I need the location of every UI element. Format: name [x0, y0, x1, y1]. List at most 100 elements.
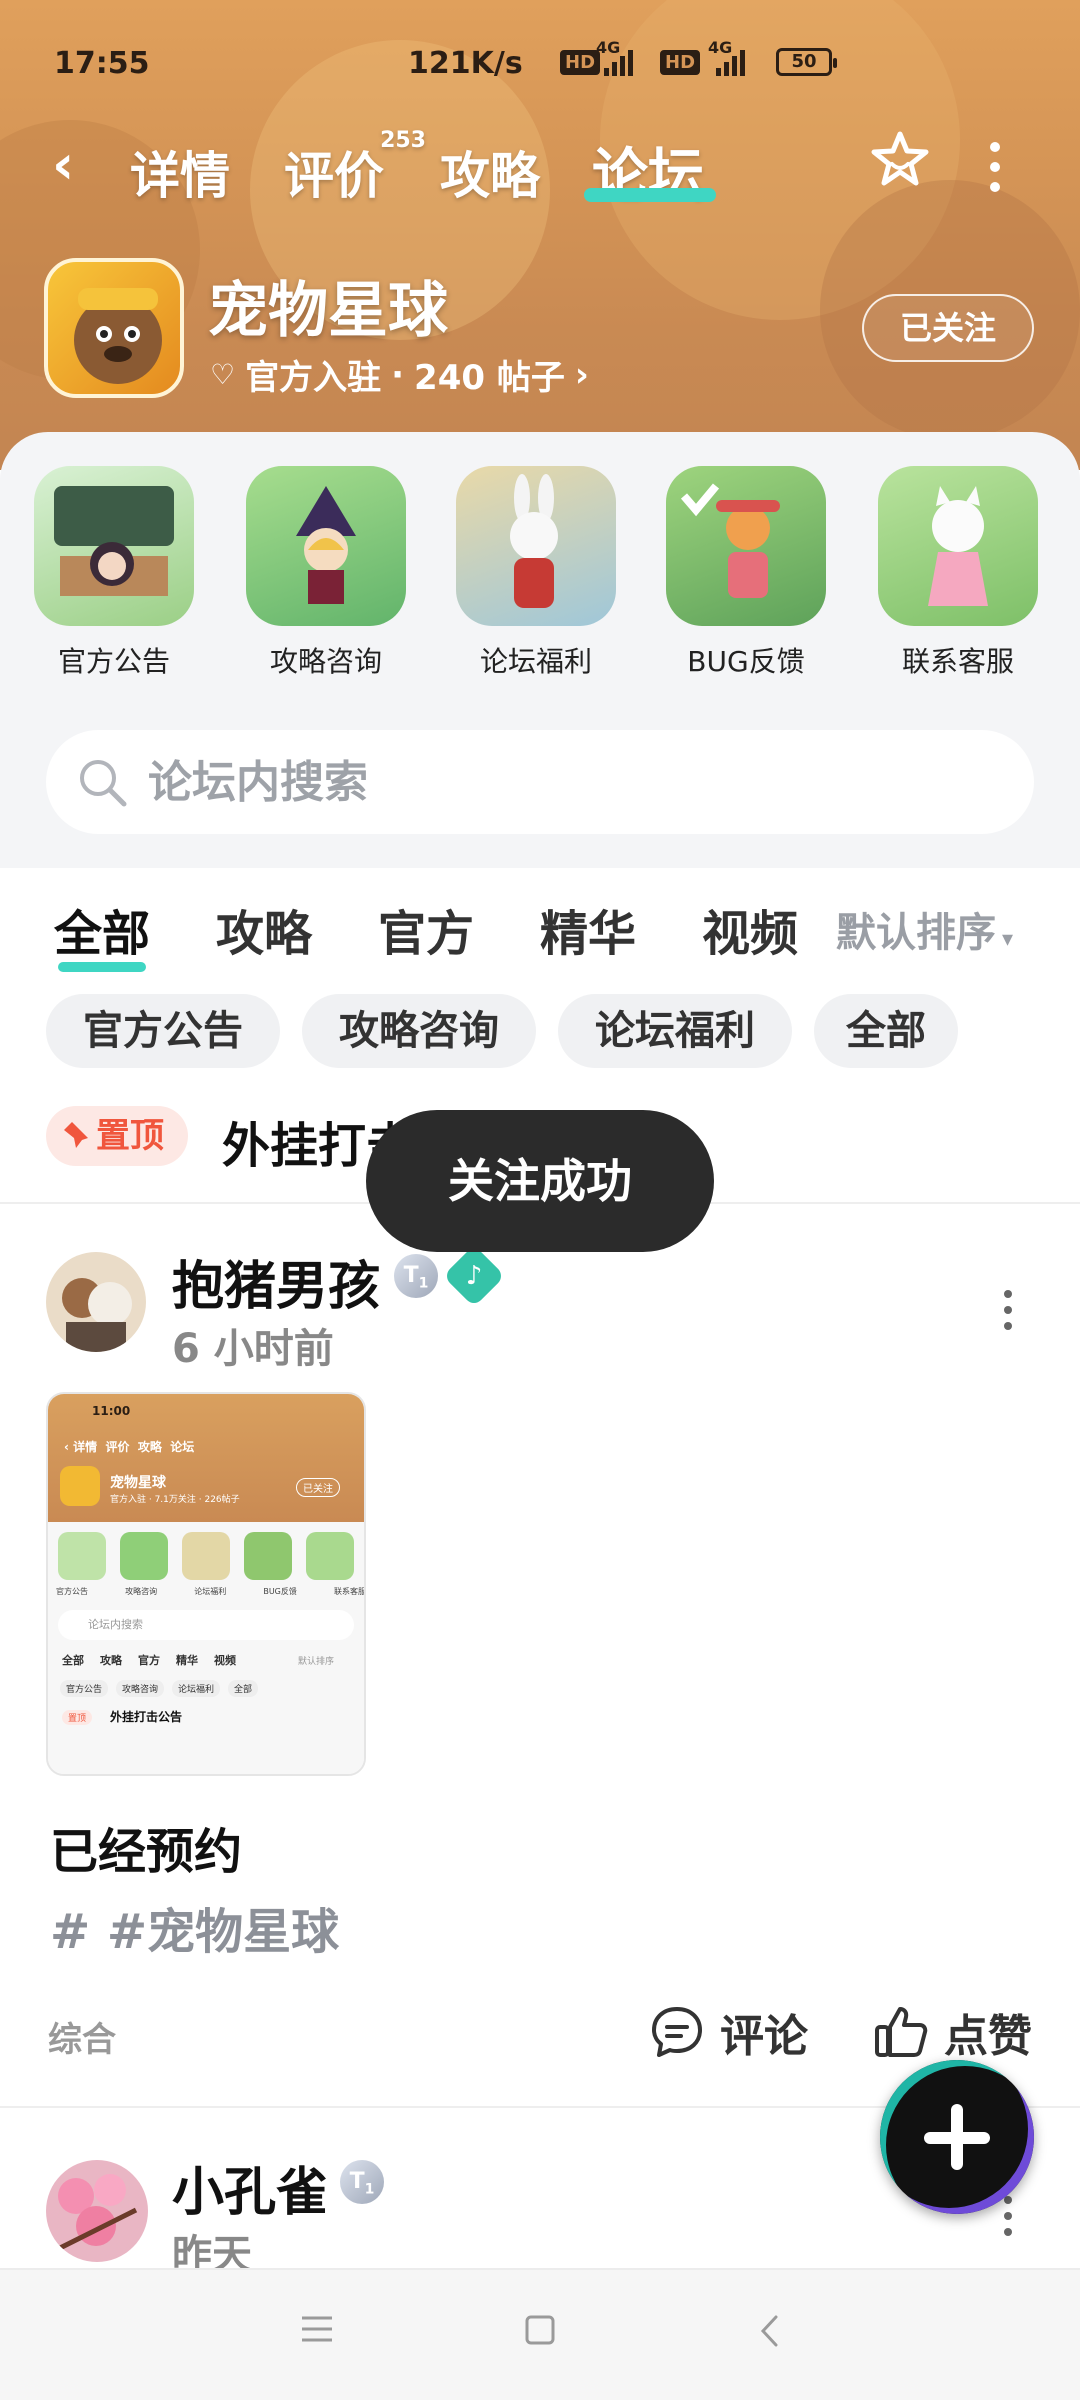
avatar[interactable]: [46, 2160, 148, 2262]
more-options-icon[interactable]: [990, 142, 1002, 202]
post-author[interactable]: 抱猪男孩: [172, 1244, 380, 1319]
thumb-sort: 默认排序: [298, 1657, 335, 1667]
top-nav: ‹ 详情 评价 253 攻略 论坛: [0, 128, 1080, 208]
quick-link-forum-benefits[interactable]: 论坛福利: [456, 466, 616, 680]
quick-links: 官方公告 攻略咨询 论坛福利 BUG反馈 联系客服: [0, 466, 1080, 696]
guide-help-icon: [246, 466, 406, 626]
thumb-link-label: BUG反馈: [263, 1587, 297, 1596]
chip-guide-help[interactable]: 攻略咨询: [302, 994, 536, 1068]
thumb-pin-title: 外挂打击公告: [110, 1710, 183, 1724]
thumb-chip: 官方公告: [60, 1680, 109, 1697]
post-more-icon[interactable]: [1004, 1290, 1014, 1338]
search-input[interactable]: [148, 748, 968, 816]
hd-icon: HD: [660, 50, 701, 75]
dropdown-arrow-icon: ▾: [1002, 927, 1014, 952]
thumb-follow: 已关注: [296, 1478, 340, 1497]
favorite-star-icon[interactable]: [868, 128, 932, 192]
thumb-app-meta: 官方入驻 · 7.1万关注 · 226帖子: [110, 1495, 240, 1505]
posts-count-link[interactable]: 240 帖子: [414, 350, 565, 399]
thumb-link-labels: 官方公告 攻略咨询 论坛福利 BUG反馈 联系客服: [56, 1586, 364, 1597]
status-time: 17:55: [54, 46, 150, 81]
thumb-body: 官方公告 攻略咨询 论坛福利 BUG反馈 联系客服 论坛内搜索 全部 攻略 官方…: [48, 1522, 364, 1774]
status-net-speed: 121K/s: [408, 46, 523, 81]
back-icon[interactable]: ‹: [52, 138, 74, 192]
search-icon: [80, 760, 127, 807]
quick-link-label: 官方公告: [57, 645, 170, 678]
quick-link-guide-help[interactable]: 攻略咨询: [246, 466, 406, 680]
quick-link-announcements[interactable]: 官方公告: [34, 466, 194, 680]
post-author[interactable]: 小孔雀: [172, 2150, 328, 2225]
thumb-ftab: 全部: [62, 1654, 84, 1667]
thumb-pin-badge: 置顶: [62, 1710, 93, 1725]
tab-reviews-label: 评价: [284, 147, 384, 205]
thumb-ftab: 攻略: [100, 1654, 122, 1667]
sort-dropdown[interactable]: 默认排序 ▾: [836, 900, 1013, 958]
thumb-chip: 攻略咨询: [116, 1680, 165, 1697]
plus-icon: [951, 2104, 963, 2170]
signal-icon: [716, 48, 745, 76]
post-title[interactable]: 已经预约: [50, 1812, 242, 1882]
pin-icon: [64, 1122, 88, 1148]
post-topic-tag[interactable]: # #宠物星球: [50, 1892, 339, 1962]
post-more-icon[interactable]: [1004, 2196, 1014, 2244]
active-tab-indicator: [584, 188, 716, 202]
thumb-tabs: ‹ 详情 评价 攻略 论坛: [64, 1440, 195, 1454]
thumb-ftab: 精华: [176, 1654, 198, 1667]
thumb-header: 11:00 ‹ 详情 评价 攻略 论坛 宠物星球 官方入驻 · 7.1万关注 ·…: [48, 1394, 364, 1522]
post-image[interactable]: 11:00 ‹ 详情 评价 攻略 论坛 宠物星球 官方入驻 · 7.1万关注 ·…: [46, 1392, 366, 1776]
filter-tab-videos[interactable]: 视频: [702, 894, 798, 964]
signal-icon: [604, 48, 633, 76]
tab-reviews[interactable]: 评价 253: [284, 128, 426, 208]
thumb-chip: 全部: [228, 1680, 259, 1697]
create-post-button[interactable]: [880, 2060, 1034, 2214]
pinned-badge: 置顶: [46, 1106, 188, 1166]
back-nav-icon[interactable]: [758, 2314, 780, 2348]
thumb-chip: 论坛福利: [172, 1680, 221, 1697]
app-name: 宠物星球: [208, 276, 448, 346]
badge-level: 1: [418, 1275, 429, 1292]
follow-button[interactable]: 已关注: [862, 294, 1034, 362]
chip-all[interactable]: 全部: [814, 994, 958, 1068]
filter-tab-guides[interactable]: 攻略: [216, 894, 312, 964]
thumbs-up-icon: [875, 2007, 928, 2057]
official-label: 官方入驻: [245, 358, 382, 398]
filter-tab-all[interactable]: 全部: [54, 894, 150, 964]
thumb-ftabs: 全部 攻略 官方 精华 视频: [62, 1652, 236, 1668]
official-heart-icon: ♡: [210, 358, 236, 391]
system-nav-bar: [0, 2268, 1080, 2400]
like-button[interactable]: 点赞: [872, 2000, 1032, 2064]
filter-tab-official[interactable]: 官方: [378, 894, 474, 964]
battery-icon: 50: [776, 48, 837, 76]
reviews-count: 253: [380, 128, 426, 153]
thumb-time: 11:00: [92, 1404, 131, 1418]
quick-link-label: 攻略咨询: [269, 645, 382, 678]
chevron-right-icon: ›: [574, 354, 589, 395]
quick-link-bug-report[interactable]: BUG反馈: [666, 466, 826, 680]
badge-level: 1: [364, 2181, 375, 2198]
meta-separator: ·: [391, 354, 405, 395]
pinned-badge-label: 置顶: [96, 1116, 164, 1156]
thumb-app-name: 宠物星球: [110, 1475, 166, 1491]
menu-icon[interactable]: [300, 2314, 334, 2344]
quick-link-customer-service[interactable]: 联系客服: [878, 466, 1038, 680]
music-badge-icon: ♪: [442, 1244, 506, 1308]
thumb-search: 论坛内搜索: [58, 1610, 354, 1640]
forum-search-bar[interactable]: [46, 730, 1034, 834]
home-icon[interactable]: [524, 2314, 556, 2346]
filter-tab-featured[interactable]: 精华: [540, 894, 636, 964]
chip-announcements[interactable]: 官方公告: [46, 994, 280, 1068]
forum-benefits-icon: [456, 466, 616, 626]
toast-message: 关注成功: [366, 1110, 714, 1252]
quick-link-label: BUG反馈: [687, 645, 805, 678]
chip-forum-benefits[interactable]: 论坛福利: [558, 994, 792, 1068]
thumb-tab: 攻略: [137, 1440, 162, 1454]
user-level-badge: T1: [394, 1254, 438, 1298]
thumb-link-label: 攻略咨询: [125, 1587, 158, 1596]
sort-label: 默认排序: [836, 910, 996, 956]
comment-button[interactable]: 评论: [648, 2000, 808, 2064]
thumb-tab: 详情: [73, 1440, 98, 1454]
post-category: 综合: [48, 2020, 116, 2060]
tab-details[interactable]: 详情: [130, 136, 230, 208]
tab-guides[interactable]: 攻略: [440, 136, 540, 208]
avatar[interactable]: [46, 1252, 146, 1352]
